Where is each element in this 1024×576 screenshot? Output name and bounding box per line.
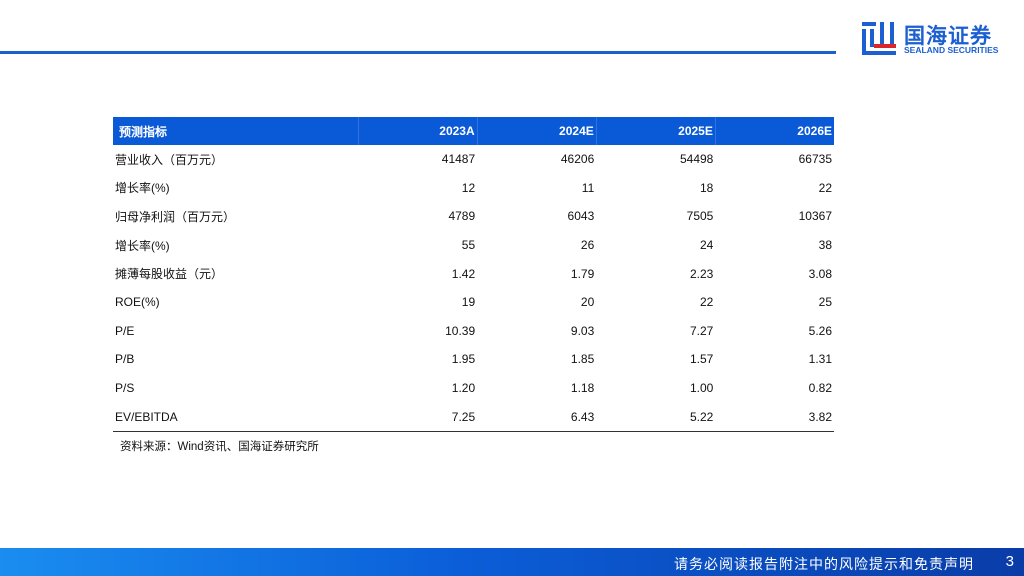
disclaimer-text: 请务必阅读报告附注中的风险提示和免责声明 (674, 556, 974, 572)
table-row: 摊薄每股收益（元） 1.42 1.79 2.23 3.08 (113, 259, 834, 288)
sealand-logo-icon (862, 22, 896, 55)
header-cell: 2025E (596, 117, 716, 145)
row-label: 增长率(%) (115, 181, 170, 196)
value-cell: 38 (818, 238, 832, 253)
value-cell: 1.57 (690, 352, 714, 367)
source-note: 资料来源：Wind资讯、国海证券研究所 (120, 441, 319, 453)
table-row: P/B 1.95 1.85 1.57 1.31 (113, 345, 834, 374)
value-cell: 22 (700, 295, 714, 310)
table-row: 营业收入（百万元） 41487 46206 54498 66735 (113, 145, 834, 174)
value-cell: 3.82 (715, 402, 834, 432)
header-cell: 2023A (358, 117, 478, 145)
table-row: 归母净利润（百万元） 4789 6043 7505 10367 (113, 202, 834, 231)
table-row: ROE(%) 19 20 22 25 (113, 288, 834, 317)
value-cell: 5.22 (596, 402, 716, 432)
logo-text-en: SEALAND SECURITIES (904, 45, 999, 55)
value-cell: 1.18 (570, 381, 595, 396)
value-cell: 2.23 (690, 266, 714, 281)
value-cell: 11 (581, 180, 595, 195)
table-row: 增长率(%) 12 11 18 22 (113, 174, 834, 203)
row-label: 增长率(%) (115, 238, 170, 253)
value-cell: 26 (580, 238, 595, 253)
value-cell: 5.26 (808, 323, 832, 338)
value-cell: 1.31 (808, 352, 832, 367)
value-cell: 25 (818, 295, 832, 310)
table-row: EV/EBITDA 7.25 6.43 5.22 3.82 (113, 402, 834, 432)
forecast-table: 预测指标 2023A 2024E 2025E 2026E 营业收入（百万元） 41… (113, 117, 834, 432)
value-cell: 1.00 (690, 381, 714, 396)
value-cell: 66735 (798, 152, 832, 167)
row-label: ROE(%) (115, 295, 160, 310)
header-divider (0, 51, 836, 54)
row-label: 归母净利润（百万元） (115, 209, 236, 224)
value-cell: 1.42 (451, 266, 476, 281)
value-cell: 3.08 (808, 266, 832, 281)
value-cell: 1.85 (570, 352, 595, 367)
row-label: P/E (115, 323, 135, 338)
row-label: P/S (115, 381, 135, 396)
value-cell: 4789 (448, 209, 476, 224)
value-cell: 55 (461, 238, 476, 253)
page-number: 3 (1005, 553, 1014, 570)
value-cell: 9.03 (570, 323, 595, 338)
value-cell: 1.95 (451, 352, 476, 367)
header-cell: 2026E (715, 117, 834, 145)
value-cell: 6043 (567, 209, 595, 224)
row-label: 摊薄每股收益（元） (115, 267, 224, 282)
value-cell: 12 (461, 180, 476, 195)
value-cell: 0.82 (808, 381, 832, 396)
value-cell: 46206 (560, 152, 595, 167)
company-logo: 国海证券 SEALAND SECURITIES (860, 18, 1010, 58)
table-row: 增长率(%) 55 26 24 38 (113, 231, 834, 260)
value-cell: 7.25 (358, 402, 478, 432)
table-row: P/S 1.20 1.18 1.00 0.82 (113, 374, 834, 403)
value-cell: 19 (461, 295, 476, 310)
value-cell: 41487 (441, 152, 476, 167)
row-label: P/B (115, 352, 135, 367)
value-cell: 1.79 (570, 266, 595, 281)
value-cell: 7.27 (690, 323, 714, 338)
table-row: P/E 10.39 9.03 7.27 5.26 (113, 317, 834, 346)
row-label: EV/EBITDA (113, 402, 359, 432)
value-cell: 24 (700, 238, 714, 253)
table-header-row: 预测指标 2023A 2024E 2025E 2026E (113, 117, 834, 145)
value-cell: 20 (580, 295, 595, 310)
value-cell: 18 (700, 180, 714, 195)
footer-banner: 请务必阅读报告附注中的风险提示和免责声明 3 (0, 548, 1024, 576)
value-cell: 54498 (679, 152, 714, 167)
value-cell: 10.39 (445, 323, 476, 338)
value-cell: 1.20 (451, 381, 476, 396)
header-cell: 2024E (477, 117, 597, 145)
header-cell: 预测指标 (113, 117, 359, 145)
value-cell: 6.43 (477, 402, 597, 432)
row-label: 营业收入（百万元） (115, 152, 224, 167)
value-cell: 7505 (686, 209, 714, 224)
value-cell: 10367 (798, 209, 832, 224)
value-cell: 22 (818, 180, 832, 195)
